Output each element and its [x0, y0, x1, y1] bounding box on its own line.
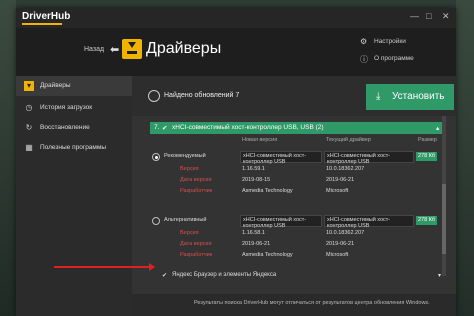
new-developer-value: Asmedia Technology [242, 252, 293, 258]
info-icon[interactable]: ⓘ [360, 54, 368, 65]
apps-icon: ▦ [25, 143, 33, 152]
alternative-label: Альтернативный [164, 217, 207, 223]
date-label: Дата версии [180, 241, 212, 247]
sidebar-item-label: Полезные программы [40, 144, 107, 151]
sidebar-item-history[interactable]: ◷ История загрузок [16, 98, 132, 118]
page-title: Драйверы [146, 40, 222, 57]
current-date-value: 2019-06-21 [326, 177, 355, 183]
install-button-label: Установить [392, 91, 445, 102]
maximize-button[interactable]: □ [426, 11, 431, 21]
driver-icon: ▾ [24, 81, 34, 91]
app-window: DriverHub — □ ✕ Назад ⬅ Драйверы ⚙ Настр… [16, 8, 456, 316]
footer: Результаты поиска DriverHub могут отлича… [132, 294, 456, 316]
title-bar: DriverHub — □ ✕ [16, 8, 456, 28]
chevron-down-icon[interactable]: ▾ [438, 272, 441, 279]
restore-icon: ↻ [25, 123, 33, 132]
current-date-value: 2019-06-21 [326, 241, 355, 247]
group-number: 7. [154, 124, 160, 131]
main-content: Найдено обновлений 7 ⤓ Установить 7. ✔ x… [132, 76, 456, 316]
current-driver-name: xHCI-совместимый хост-контроллер USB [324, 215, 414, 229]
driver-download-icon [122, 39, 142, 59]
group-title: xHCI-совместимый хост-контроллер USB, US… [172, 124, 324, 131]
new-developer-value: Asmedia Technology [242, 188, 293, 194]
alternative-driver: Альтернативный xHCI-совместимый хост-кон… [150, 212, 446, 268]
updates-bar: Найдено обновлений 7 ⤓ Установить [132, 76, 456, 116]
back-arrow-icon[interactable]: ⬅ [110, 43, 119, 56]
new-version-value: 1.16.58.1 [242, 230, 265, 236]
date-label: Дата версии [180, 177, 212, 183]
scrollbar[interactable] [442, 116, 446, 276]
new-version-value: 1.16.59.1 [242, 166, 265, 172]
sidebar: ▾ Драйверы ◷ История загрузок ↻ Восстано… [16, 76, 132, 316]
sidebar-item-restore[interactable]: ↻ Восстановление [16, 118, 132, 138]
chevron-up-icon[interactable]: ▴ [436, 124, 439, 132]
install-button[interactable]: ⤓ Установить [366, 84, 454, 110]
logo-underline [22, 23, 62, 25]
alternative-radio[interactable] [152, 217, 160, 225]
sidebar-item-label: История загрузок [40, 104, 93, 111]
sidebar-item-drivers[interactable]: ▾ Драйверы [16, 76, 132, 96]
version-label: Версия [180, 166, 199, 172]
new-driver-name: xHCI-совместимый хост-контроллер USB [240, 151, 322, 165]
close-button[interactable]: ✕ [442, 11, 450, 22]
new-date-value: 2019-06-21 [242, 241, 271, 247]
current-driver-name: xHCI-совместимый хост-контроллер USB [324, 151, 414, 165]
minimize-button[interactable]: — [410, 11, 419, 21]
settings-link[interactable]: Настройки [374, 38, 406, 45]
current-developer-value: Microsoft [326, 188, 349, 194]
annotation-arrow [54, 263, 155, 271]
group-checkmark-icon[interactable]: ✔ [162, 124, 167, 132]
driver-group-header[interactable]: 7. ✔ xHCI-совместимый хост-контроллер US… [150, 122, 446, 134]
history-icon: ◷ [25, 103, 33, 112]
page-header: Назад ⬅ Драйверы ⚙ Настройки ⓘ О програм… [16, 28, 456, 76]
yandex-offer-row[interactable]: ✔ Яндекс Браузер и элементы Яндекса ▾ [150, 270, 446, 282]
new-driver-name: xHCI-совместимый хост-контроллер USB [240, 215, 322, 229]
sidebar-item-label: Восстановление [40, 124, 90, 131]
current-developer-value: Microsoft [326, 252, 349, 258]
refresh-icon [148, 90, 160, 102]
col-current-driver: Текущий драйвер [326, 137, 371, 143]
desktop-background-left [0, 0, 16, 316]
developer-label: Разработчик [180, 188, 213, 194]
back-label[interactable]: Назад [84, 46, 104, 53]
app-logo: DriverHub [22, 11, 71, 22]
col-size: Размер [418, 137, 437, 143]
sidebar-item-label: Драйверы [40, 82, 71, 89]
col-new-version: Новая версия [242, 137, 278, 143]
yandex-label: Яндекс Браузер и элементы Яндекса [172, 272, 277, 278]
version-label: Версия [180, 230, 199, 236]
scrollbar-thumb[interactable] [442, 184, 446, 254]
column-headers: Новая версия Текущий драйвер Размер [150, 136, 446, 146]
new-date-value: 2019-08-15 [242, 177, 271, 183]
desktop-background-right [456, 0, 474, 316]
recommended-radio[interactable] [152, 153, 160, 161]
updates-found-text: Найдено обновлений 7 [164, 92, 240, 99]
recommended-driver: Рекомендуемый xHCI-совместимый хост-конт… [150, 148, 446, 204]
current-version-value: 10.0.18362.207 [326, 166, 365, 172]
about-link[interactable]: О программе [374, 55, 414, 62]
size-badge: 278 Кб [416, 216, 438, 225]
size-badge: 278 Кб [416, 152, 438, 161]
checkmark-icon[interactable]: ✔ [162, 272, 167, 279]
download-icon: ⤓ [376, 91, 381, 102]
developer-label: Разработчик [180, 252, 213, 258]
recommended-label: Рекомендуемый [164, 153, 206, 159]
gear-icon[interactable]: ⚙ [360, 37, 367, 46]
sidebar-item-apps[interactable]: ▦ Полезные программы [16, 138, 132, 158]
footer-note: Результаты поиска DriverHub могут отлича… [194, 300, 430, 306]
current-version-value: 10.0.18362.207 [326, 230, 365, 236]
